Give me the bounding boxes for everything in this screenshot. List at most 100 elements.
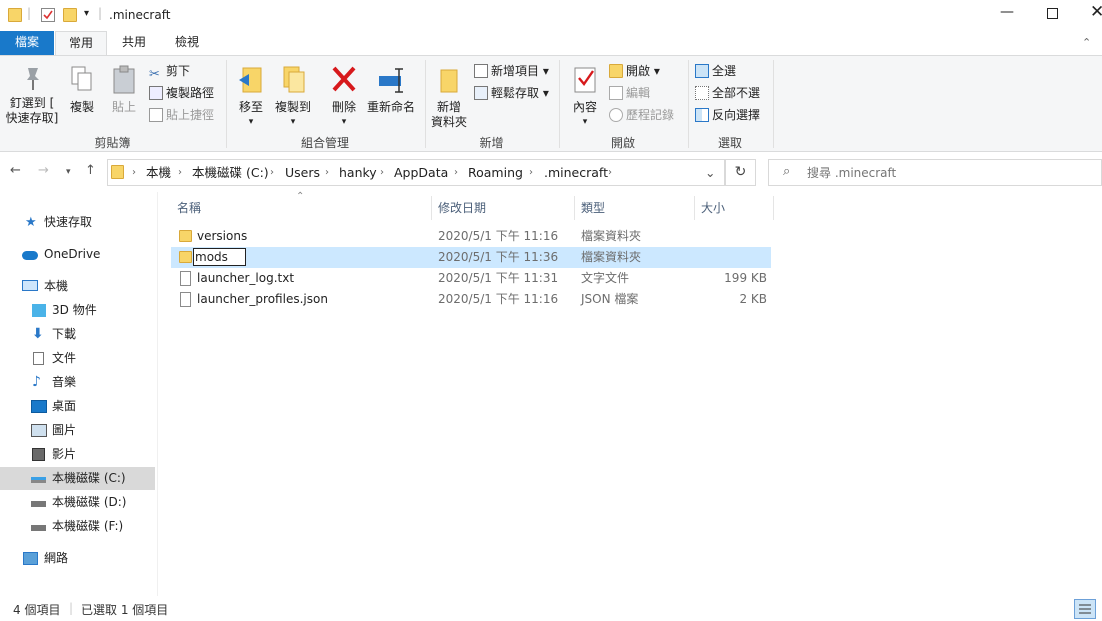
edit-icon [609, 86, 623, 100]
group-select-label: 選取 [717, 136, 742, 150]
group-organize-label: 組合管理 [300, 136, 349, 150]
copy-to-icon [283, 66, 305, 93]
tab-view[interactable]: 檢視 [165, 31, 209, 55]
sidebar-item-documents[interactable]: 文件 [0, 347, 155, 370]
new-item-icon [474, 64, 488, 78]
breadcrumb-appdata[interactable]: AppData [394, 160, 448, 185]
folder-icon [179, 230, 192, 242]
chevron-right-icon[interactable]: › [132, 160, 136, 185]
rename-button[interactable]: 重新命名 [366, 64, 416, 115]
computer-icon [22, 280, 38, 291]
sidebar-item-quick-access[interactable]: ★ 快速存取 [0, 211, 155, 234]
breadcrumb-drive-c[interactable]: 本機磁碟 (C:) [192, 160, 269, 185]
move-to-button[interactable]: 移至 ▾ [233, 64, 269, 130]
sidebar-item-drive-c[interactable]: 本機磁碟 (C:) [0, 467, 155, 490]
pictures-icon [31, 424, 47, 437]
breadcrumb-this-pc[interactable]: 本機 [146, 160, 171, 185]
column-header-name[interactable]: 名稱 [177, 198, 201, 220]
document-icon [33, 352, 44, 365]
properties-icon[interactable] [41, 8, 55, 22]
sidebar-item-desktop[interactable]: 桌面 [0, 395, 155, 418]
maximize-button[interactable] [1047, 8, 1058, 19]
window-title: .minecraft [109, 8, 171, 22]
refresh-button[interactable]: ↻ [725, 159, 756, 186]
new-folder-icon[interactable] [63, 8, 77, 22]
sidebar-item-onedrive[interactable]: OneDrive [0, 243, 155, 266]
file-row-selected[interactable]: mods 2020/5/1 下午 11:36 檔案資料夾 [171, 247, 771, 268]
file-row[interactable]: launcher_log.txt 2020/5/1 下午 11:31 文字文件 … [171, 268, 771, 289]
search-input[interactable] [807, 163, 1087, 183]
forward-icon[interactable]: → [38, 163, 49, 178]
breadcrumb-minecraft[interactable]: .minecraft [544, 160, 608, 185]
address-dropdown-icon[interactable]: ⌄ [705, 160, 715, 185]
paste-button[interactable]: 貼上 [106, 64, 142, 115]
new-item-button[interactable]: 新增項目 ▾ [474, 61, 549, 81]
column-header-size[interactable]: 大小 [701, 198, 725, 220]
breadcrumb-hanky[interactable]: hanky [339, 160, 377, 185]
sidebar-item-drive-f[interactable]: 本機磁碟 (F:) [0, 515, 155, 538]
details-view-button[interactable] [1074, 599, 1096, 619]
breadcrumb-roaming[interactable]: Roaming [468, 160, 523, 185]
tab-share[interactable]: 共用 [112, 31, 156, 55]
rename-input[interactable]: mods [193, 248, 246, 266]
properties-button[interactable]: 內容 ▾ [567, 64, 603, 130]
up-icon[interactable]: ↑ [85, 163, 96, 178]
collapse-ribbon-icon[interactable]: ⌃ [1082, 36, 1091, 49]
copy-to-button[interactable]: 複製到 ▾ [273, 64, 313, 130]
open-button[interactable]: 開啟 ▾ [609, 61, 660, 81]
close-button[interactable]: ✕ [1090, 2, 1102, 22]
column-header-type[interactable]: 類型 [581, 198, 605, 220]
open-icon [609, 64, 623, 78]
folder-icon [111, 165, 124, 179]
new-folder-icon [440, 69, 458, 93]
select-all-button[interactable]: 全選 [695, 61, 736, 81]
tab-home[interactable]: 常用 [55, 31, 107, 56]
sidebar-item-this-pc[interactable]: 本機 [0, 275, 155, 298]
search-box[interactable]: ⌕ [768, 159, 1102, 186]
back-icon[interactable]: ← [10, 163, 21, 178]
drive-icon [31, 525, 46, 531]
group-open-label: 開啟 [610, 136, 635, 150]
easy-access-button[interactable]: 輕鬆存取 ▾ [474, 83, 549, 103]
paste-shortcut-button[interactable]: 貼上捷徑 [149, 105, 214, 125]
drive-icon [31, 477, 46, 483]
properties-icon [574, 67, 596, 93]
sidebar-item-network[interactable]: 網路 [0, 547, 155, 570]
delete-icon [332, 66, 356, 92]
history-button[interactable]: 歷程記錄 [609, 105, 674, 125]
cut-button[interactable]: ✂ 剪下 [149, 61, 190, 82]
column-header-date[interactable]: 修改日期 [438, 198, 486, 220]
copy-button[interactable]: 複製 [64, 64, 100, 115]
new-folder-button[interactable]: 新增 資料夾 [430, 64, 468, 130]
breadcrumb-users[interactable]: Users [285, 160, 320, 185]
address-bar[interactable]: › 本機 › 本機磁碟 (C:) › Users › hanky › AppDa… [107, 159, 725, 186]
minimize-button[interactable]: — [1000, 4, 1014, 20]
details-view-icon [1079, 604, 1091, 614]
sidebar-item-music[interactable]: ♪ 音樂 [0, 371, 155, 394]
history-icon [609, 108, 623, 122]
invert-selection-icon [695, 108, 709, 122]
edit-button[interactable]: 編輯 [609, 83, 650, 103]
file-row[interactable]: launcher_profiles.json 2020/5/1 下午 11:16… [171, 289, 771, 310]
customize-qat-icon[interactable]: ▾ [84, 8, 89, 19]
json-file-icon [180, 292, 191, 307]
cloud-icon [22, 251, 38, 260]
pin-quick-access-button[interactable]: 釘選到 [ 快速存取] [4, 64, 60, 126]
copy-path-button[interactable]: 複製路徑 [149, 83, 214, 103]
invert-selection-button[interactable]: 反向選擇 [695, 105, 760, 125]
select-none-icon [695, 86, 709, 100]
select-none-button[interactable]: 全部不選 [695, 83, 760, 103]
file-row[interactable]: versions 2020/5/1 下午 11:16 檔案資料夾 [171, 226, 771, 247]
sidebar-item-pictures[interactable]: 圖片 [0, 419, 155, 442]
tab-file[interactable]: 檔案 [0, 31, 54, 55]
sidebar-item-3d-objects[interactable]: 3D 物件 [0, 299, 155, 322]
network-icon [23, 552, 38, 565]
copy-icon [71, 66, 92, 91]
sidebar-item-videos[interactable]: 影片 [0, 443, 155, 466]
recent-locations-icon[interactable]: ▾ [66, 167, 71, 177]
sort-ascending-icon: ⌃ [296, 191, 305, 202]
sidebar-item-drive-d[interactable]: 本機磁碟 (D:) [0, 491, 155, 514]
delete-button[interactable]: 刪除 ▾ [327, 64, 361, 130]
sidebar-item-downloads[interactable]: ⬇ 下載 [0, 323, 155, 346]
music-icon: ♪ [32, 374, 41, 390]
